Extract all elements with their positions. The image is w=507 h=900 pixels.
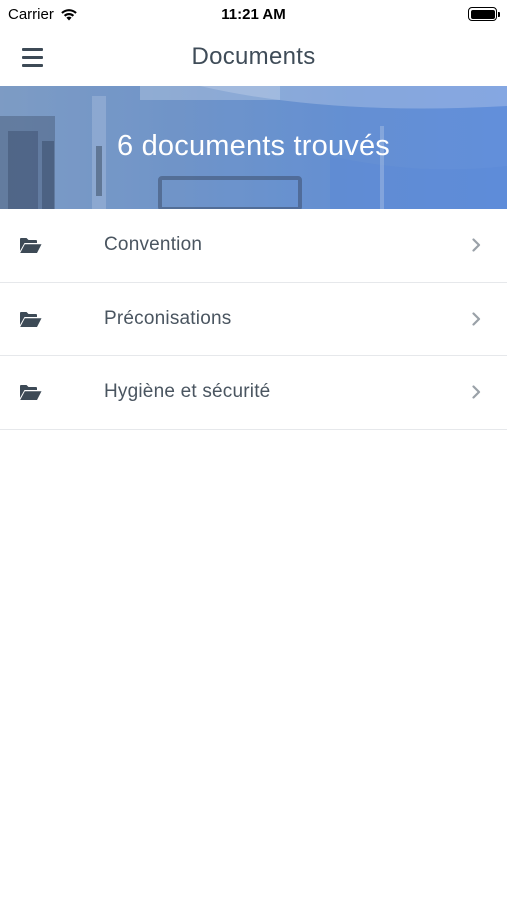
documents-list: Convention Préconisations Hygiène et séc… — [0, 209, 507, 430]
list-item-label: Hygiène et sécurité — [104, 381, 271, 403]
list-item-hygiene-securite[interactable]: Hygiène et sécurité — [0, 356, 507, 430]
results-banner: 6 documents trouvés — [0, 86, 507, 209]
list-item-label: Préconisations — [104, 307, 232, 329]
wifi-icon — [61, 8, 77, 20]
chevron-right-icon — [472, 238, 481, 252]
hamburger-menu-icon[interactable] — [12, 38, 52, 76]
folder-open-icon — [20, 311, 42, 327]
status-bar: Carrier 11:21 AM — [0, 0, 507, 28]
menu-line — [21, 63, 43, 67]
documents-count-text: 6 documents trouvés — [117, 130, 390, 162]
list-item-preconisations[interactable]: Préconisations — [0, 282, 507, 356]
list-item-label: Convention — [104, 234, 203, 256]
page-title: Documents — [191, 43, 316, 70]
menu-line — [21, 47, 43, 51]
menu-line — [21, 55, 43, 59]
status-left: Carrier — [8, 6, 78, 23]
chevron-right-icon — [472, 311, 481, 326]
battery-level — [470, 9, 495, 19]
list-item-convention[interactable]: Convention — [0, 209, 507, 283]
folder-open-icon — [20, 238, 42, 253]
chevron-right-icon — [472, 385, 481, 399]
battery-icon — [468, 7, 500, 21]
app-screen: Carrier 11:21 AM Documents 6 documents t… — [0, 0, 507, 900]
carrier-label: Carrier — [8, 5, 54, 23]
folder-open-icon — [20, 385, 42, 400]
navigation-bar: Documents — [0, 28, 507, 86]
